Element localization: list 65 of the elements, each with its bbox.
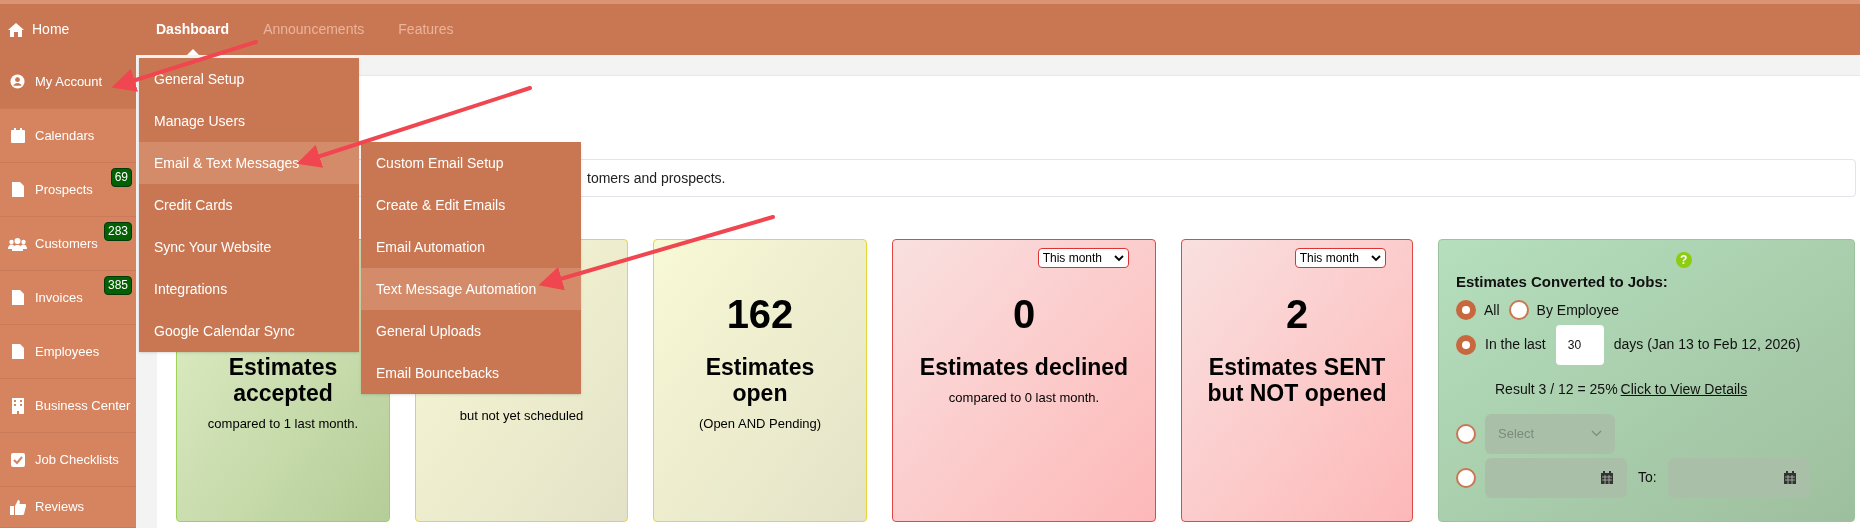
sidebar-icon xyxy=(8,452,27,467)
nav-tab[interactable]: Announcements xyxy=(263,4,365,55)
menu-item[interactable]: General Uploads xyxy=(361,310,581,352)
count-badge: 385 xyxy=(103,276,132,295)
date-range-text: days (Jan 13 to Feb 12, 2026) xyxy=(1613,335,1801,354)
sidebar-icon xyxy=(8,236,27,251)
radio-button[interactable] xyxy=(1508,300,1529,320)
stat-title: Estimates xyxy=(228,354,338,380)
menu-item[interactable]: Create & Edit Emails xyxy=(361,184,581,226)
sidebar-item[interactable]: My Account xyxy=(0,55,136,109)
help-icon[interactable]: ? xyxy=(1675,252,1692,268)
menu-item[interactable]: General Setup xyxy=(139,58,359,100)
to-label: To: xyxy=(1638,468,1657,487)
count-badge: 69 xyxy=(110,168,132,187)
menu-item[interactable]: Email & Text Messages xyxy=(139,142,359,184)
stat-title: Estimates SENT xyxy=(1207,354,1387,380)
period-select[interactable]: This month xyxy=(1037,248,1129,268)
menu-item[interactable]: Sync Your Website xyxy=(139,226,359,268)
calendar-icon xyxy=(1783,471,1796,484)
days-input[interactable]: 30 xyxy=(1555,324,1604,365)
stat-subtitle: but not yet scheduled xyxy=(459,407,584,425)
radio-label: By Employee xyxy=(1536,300,1620,320)
menu-item[interactable]: Integrations xyxy=(139,268,359,310)
menu-item[interactable]: Email Bouncebacks xyxy=(361,352,581,394)
radio-label: In the last xyxy=(1485,335,1546,354)
stat-title: Estimates declined xyxy=(919,354,1129,380)
stat-title: accepted xyxy=(232,380,334,406)
result-text: Result 3 / 12 = 25% xyxy=(1495,379,1618,399)
stat-title: Estimates xyxy=(705,354,815,380)
stat-subtitle: compared to 0 last month. xyxy=(948,389,1100,407)
info-text: tomers and prospects. xyxy=(587,168,726,188)
stat-title: open xyxy=(731,380,789,406)
chevron-down-icon xyxy=(1371,254,1381,262)
sidebar-icon xyxy=(8,74,27,89)
menu-item[interactable]: Google Calendar Sync xyxy=(139,310,359,352)
view-details-link[interactable]: Click to View Details xyxy=(1620,378,1748,400)
radio-button[interactable] xyxy=(1456,334,1476,355)
home-link[interactable]: Home xyxy=(0,4,136,55)
stat-subtitle: compared to 1 last month. xyxy=(207,415,359,433)
radio-button[interactable] xyxy=(1456,467,1476,488)
stat-count: 0 xyxy=(1012,291,1036,338)
stat-count: 2 xyxy=(1285,291,1309,338)
calendar-icon xyxy=(1601,471,1613,484)
home-icon xyxy=(8,22,24,37)
stat-title: but NOT opened xyxy=(1207,380,1387,406)
panel-title: Estimates Converted to Jobs: xyxy=(1456,272,1668,292)
chevron-down-icon xyxy=(1114,254,1124,262)
period-select[interactable]: This month xyxy=(1294,248,1386,268)
menu-item[interactable]: Text Message Automation xyxy=(361,268,581,310)
count-badge: 283 xyxy=(103,222,132,241)
date-field[interactable] xyxy=(1485,457,1627,498)
sidebar-icon xyxy=(8,499,27,515)
radio-label: All xyxy=(1484,300,1500,320)
menu-item[interactable]: Custom Email Setup xyxy=(361,142,581,184)
stat-subtitle: (Open AND Pending) xyxy=(698,415,822,433)
menu-item[interactable]: Manage Users xyxy=(139,100,359,142)
stat-count: 162 xyxy=(726,291,794,338)
radio-button[interactable] xyxy=(1456,300,1476,320)
sidebar-icon xyxy=(8,128,27,143)
radio-button[interactable] xyxy=(1456,423,1476,444)
nav-tab[interactable]: Features xyxy=(398,4,454,55)
date-field[interactable] xyxy=(1667,457,1810,498)
menu-item[interactable]: Credit Cards xyxy=(139,184,359,226)
menu-item[interactable]: Email Automation xyxy=(361,226,581,268)
chevron-down-icon xyxy=(1591,430,1602,437)
